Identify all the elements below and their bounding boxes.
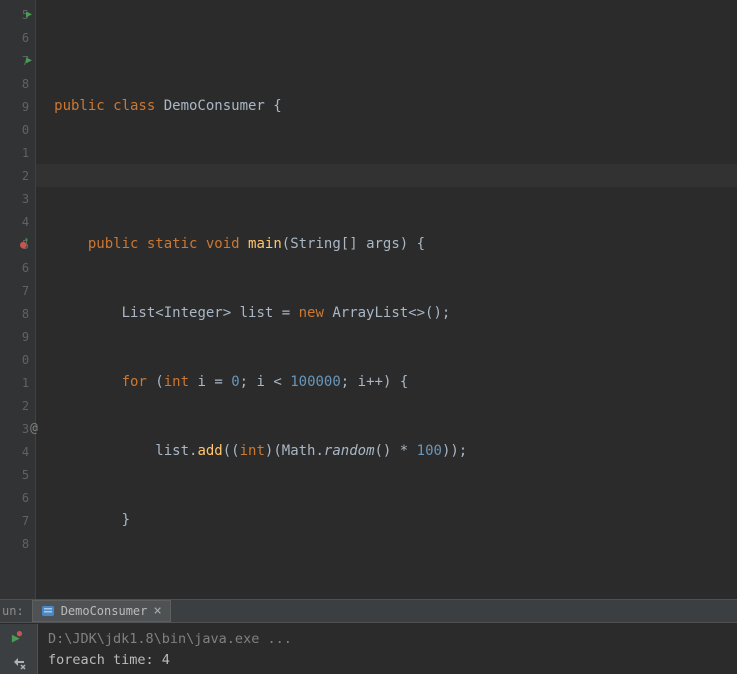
line-number: 9	[15, 330, 29, 344]
line-number: 8	[15, 307, 29, 321]
line-number: 8	[15, 537, 29, 551]
line-number: 9	[15, 100, 29, 114]
console-command: D:\JDK\jdk1.8\bin\java.exe ...	[48, 631, 292, 647]
line-number: 5	[15, 468, 29, 482]
java-class-icon	[41, 604, 55, 618]
line-number: 2	[15, 399, 29, 413]
close-tab-icon[interactable]: ×	[153, 603, 161, 619]
line-number: 0	[15, 123, 29, 137]
line-number: 3	[15, 422, 29, 436]
line-number: 1	[15, 146, 29, 160]
line-number: 2	[15, 169, 29, 183]
line-number: 0	[15, 353, 29, 367]
run-gutter-icon[interactable]: ▶	[26, 55, 32, 66]
editor-area: 5▶ 6 7▶ 8 9 0 1 2 3 4 5●↑ 6 7 8 9 0 1 2 …	[0, 0, 737, 599]
code-editor[interactable]: public class DemoConsumer { public stati…	[36, 0, 737, 599]
line-number: 3	[15, 192, 29, 206]
line-number: 6	[15, 261, 29, 275]
line-number: 8	[15, 77, 29, 91]
line-number: 4	[15, 445, 29, 459]
stop-button[interactable]	[8, 654, 30, 674]
line-number: 4	[15, 215, 29, 229]
line-number: 7	[15, 514, 29, 528]
console-stdout: foreach time: 4	[48, 652, 170, 668]
run-toolbar: ▶●	[0, 624, 38, 674]
run-gutter-icon[interactable]: ▶	[26, 9, 32, 20]
line-number: 7	[15, 284, 29, 298]
gutter: 5▶ 6 7▶ 8 9 0 1 2 3 4 5●↑ 6 7 8 9 0 1 2 …	[0, 0, 36, 599]
run-tabs-bar: un: DemoConsumer ×	[0, 599, 737, 623]
rerun-button[interactable]: ▶●	[8, 628, 30, 648]
tab-title: DemoConsumer	[61, 604, 148, 618]
run-panel-label: un:	[2, 604, 24, 618]
line-number: 6	[15, 31, 29, 45]
run-config-tab[interactable]: DemoConsumer ×	[32, 600, 171, 622]
console-output[interactable]: D:\JDK\jdk1.8\bin\java.exe ... foreach t…	[38, 624, 737, 674]
current-line-highlight	[36, 164, 737, 187]
line-number: 6	[15, 491, 29, 505]
run-tool-window: un: DemoConsumer × ▶● D:\JDK\jdk1.8\bin\…	[0, 599, 737, 674]
suggest-icon[interactable]: ●↑	[20, 238, 32, 251]
line-number: 1	[15, 376, 29, 390]
